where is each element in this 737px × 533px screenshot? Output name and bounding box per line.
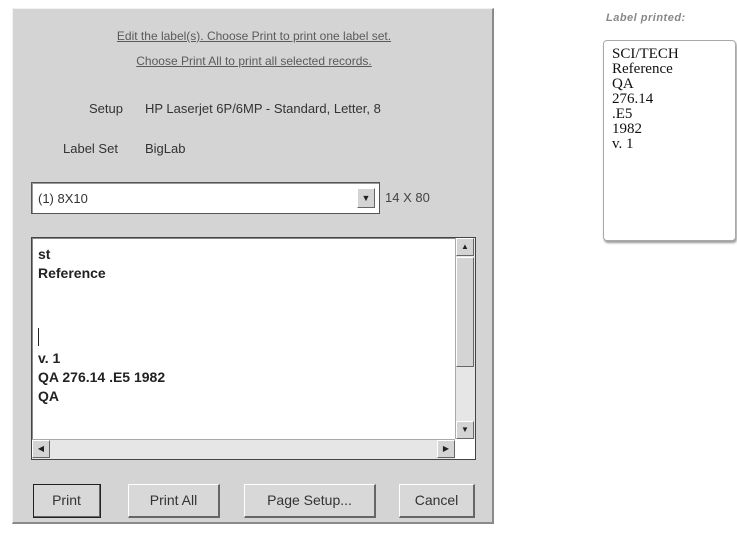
label-printed-lines: SCI/TECH Reference QA 276.14 .E5 1982 v.… <box>612 47 679 152</box>
label-print-dialog: Edit the label(s). Choose Print to print… <box>12 8 494 524</box>
editor-line: Reference <box>38 265 106 281</box>
instruction-line-2: Choose Print All to print all selected r… <box>136 54 372 68</box>
cancel-button[interactable]: Cancel <box>399 484 475 518</box>
label-format-value: (1) 8X10 <box>38 191 88 206</box>
instruction-line-1: Edit the label(s). Choose Print to print… <box>116 29 392 43</box>
printed-line: QA <box>612 76 634 92</box>
chevron-down-icon[interactable]: ▼ <box>357 188 375 208</box>
printed-line: 276.14 <box>612 91 654 107</box>
horizontal-scrollbar[interactable]: ◀ ▶ <box>32 439 455 459</box>
printed-line: v. 1 <box>612 136 634 152</box>
editor-line: QA <box>38 388 59 404</box>
label-printed-title: Label printed: <box>606 12 686 24</box>
vertical-scrollbar[interactable]: ▲ ▼ <box>455 238 475 439</box>
setup-label: Setup <box>89 101 123 116</box>
arrow-left-icon[interactable]: ◀ <box>32 440 50 458</box>
editor-line: st <box>38 246 51 262</box>
label-dimensions: 14 X 80 <box>385 190 430 205</box>
vertical-scroll-thumb[interactable] <box>456 257 474 367</box>
label-printed-card: SCI/TECH Reference QA 276.14 .E5 1982 v.… <box>603 40 736 241</box>
label-text-editor[interactable]: st Reference v. 1 QA 276.14 .E5 1982 QA … <box>31 237 476 460</box>
arrow-up-icon[interactable]: ▲ <box>456 238 474 256</box>
setup-value: HP Laserjet 6P/6MP - Standard, Letter, 8 <box>145 101 381 116</box>
editor-line: v. 1 <box>38 350 61 366</box>
arrow-right-icon[interactable]: ▶ <box>437 440 455 458</box>
printed-line: Reference <box>612 61 673 77</box>
text-cursor <box>38 328 39 346</box>
printed-line: .E5 <box>612 106 633 122</box>
labelset-value: BigLab <box>145 141 186 156</box>
printed-line: SCI/TECH <box>612 46 679 62</box>
print-all-button[interactable]: Print All <box>128 484 220 518</box>
label-format-select[interactable]: (1) 8X10 ▼ <box>31 182 380 214</box>
arrow-down-icon[interactable]: ▼ <box>456 421 474 439</box>
print-button[interactable]: Print <box>33 484 101 518</box>
printed-line: 1982 <box>612 121 642 137</box>
labelset-label: Label Set <box>63 141 118 156</box>
page-setup-button[interactable]: Page Setup... <box>244 484 376 518</box>
editor-line: QA 276.14 .E5 1982 <box>38 369 166 385</box>
